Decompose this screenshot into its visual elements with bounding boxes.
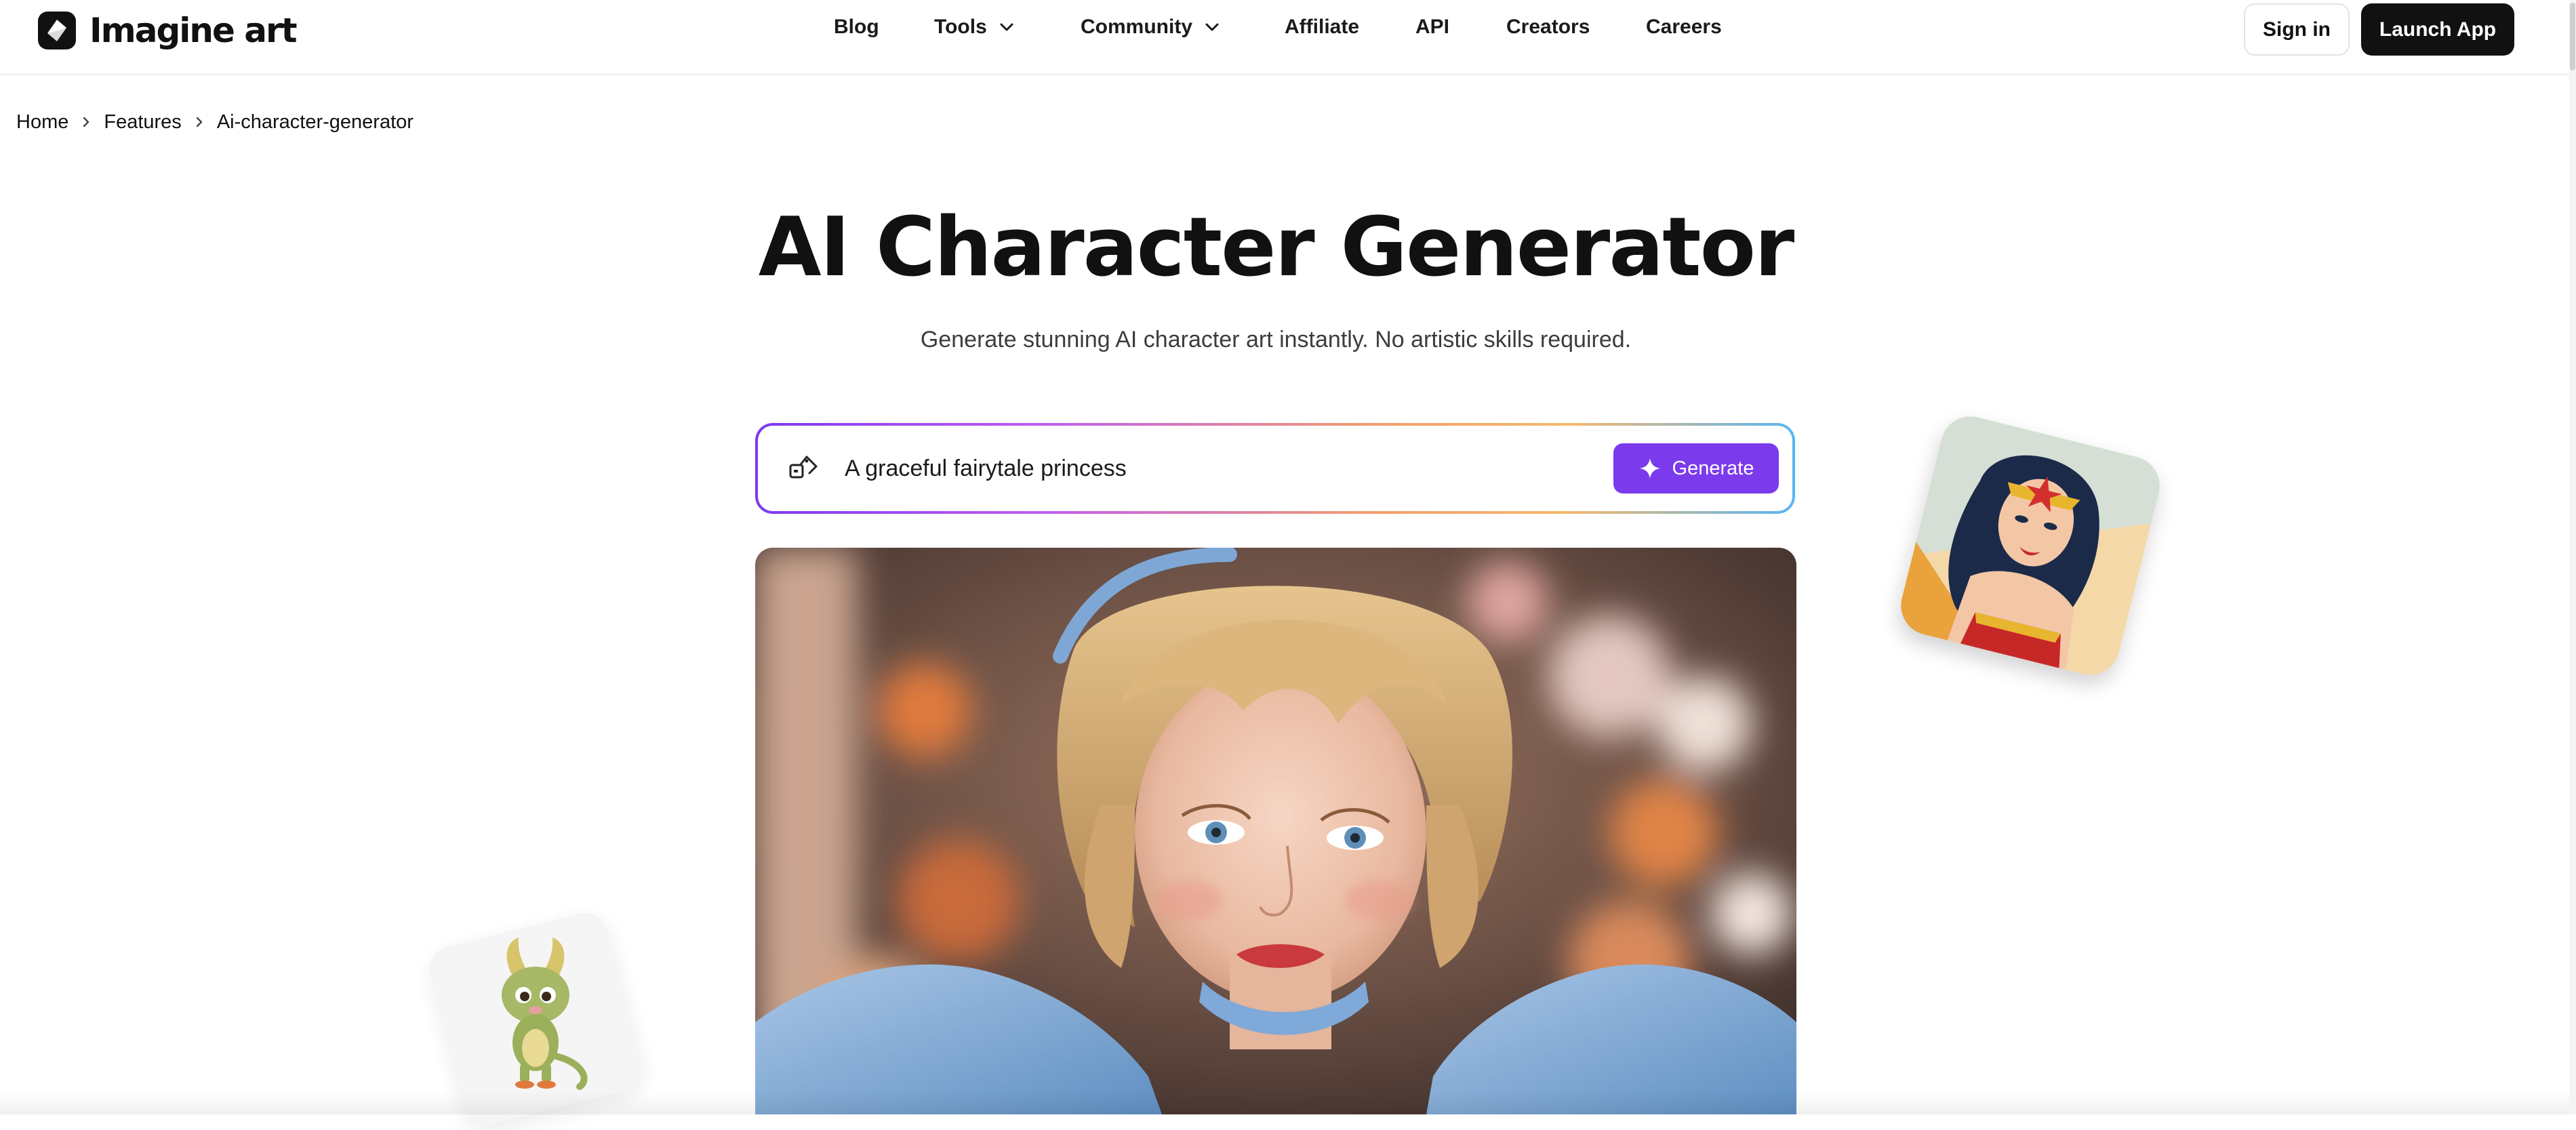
nav-community[interactable]: Community: [1081, 14, 1222, 41]
nav-api-label: API: [1415, 16, 1450, 38]
prompt-input[interactable]: [845, 445, 1590, 492]
fairytale-princess-image: [755, 548, 1796, 1114]
breadcrumb-home[interactable]: Home: [16, 111, 68, 134]
nav-tools-label: Tools: [934, 16, 987, 38]
generate-button[interactable]: Generate: [1613, 443, 1779, 493]
chevron-down-icon: [1205, 23, 1219, 31]
breadcrumb-current: Ai-character-generator: [216, 110, 414, 133]
page-title: AI Character Generator: [758, 201, 1795, 295]
nav-community-label: Community: [1081, 16, 1192, 38]
top-header: Imagine art Blog Tools Community Affilia…: [0, 0, 2576, 75]
nav-affiliate[interactable]: Affiliate: [1285, 14, 1359, 41]
sparkle-icon: [1639, 458, 1660, 479]
image-upload-icon[interactable]: [786, 451, 820, 485]
sign-in-button[interactable]: Sign in: [2244, 3, 2350, 56]
nav-tools[interactable]: Tools: [934, 14, 1017, 41]
nav-affiliate-label: Affiliate: [1285, 16, 1360, 38]
breadcrumb-features[interactable]: Features: [104, 111, 181, 134]
nav-api[interactable]: API: [1415, 14, 1449, 41]
nav-creators[interactable]: Creators: [1506, 14, 1590, 41]
scrollbar[interactable]: [2569, 0, 2576, 1114]
launch-app-button[interactable]: Launch App: [2361, 3, 2514, 56]
nav-careers-label: Careers: [1646, 16, 1722, 38]
comic-heroine-image: [1894, 409, 2167, 682]
scrollbar-thumb[interactable]: [2570, 3, 2575, 70]
comic-heroine-sticker: [1894, 409, 2167, 682]
chevron-right-icon: [83, 117, 89, 127]
chevron-right-icon: [196, 117, 203, 127]
prompt-bar-inner: Generate: [758, 426, 1792, 511]
chevron-down-icon: [1000, 23, 1013, 31]
main-nav: Blog Tools Community Affiliate API Creat…: [0, 0, 2576, 54]
prompt-bar: Generate: [755, 423, 1795, 514]
generate-button-label: Generate: [1672, 457, 1754, 479]
nav-careers[interactable]: Careers: [1646, 14, 1722, 41]
nav-blog-label: Blog: [834, 16, 879, 38]
baby-dragon-sticker: [424, 908, 647, 1130]
baby-dragon-image: [424, 908, 647, 1130]
nav-blog[interactable]: Blog: [834, 14, 879, 41]
nav-creators-label: Creators: [1506, 16, 1590, 38]
page-subtitle: Generate stunning AI character art insta…: [920, 327, 1632, 352]
breadcrumb: Home Features Ai-character-generator: [16, 108, 414, 136]
